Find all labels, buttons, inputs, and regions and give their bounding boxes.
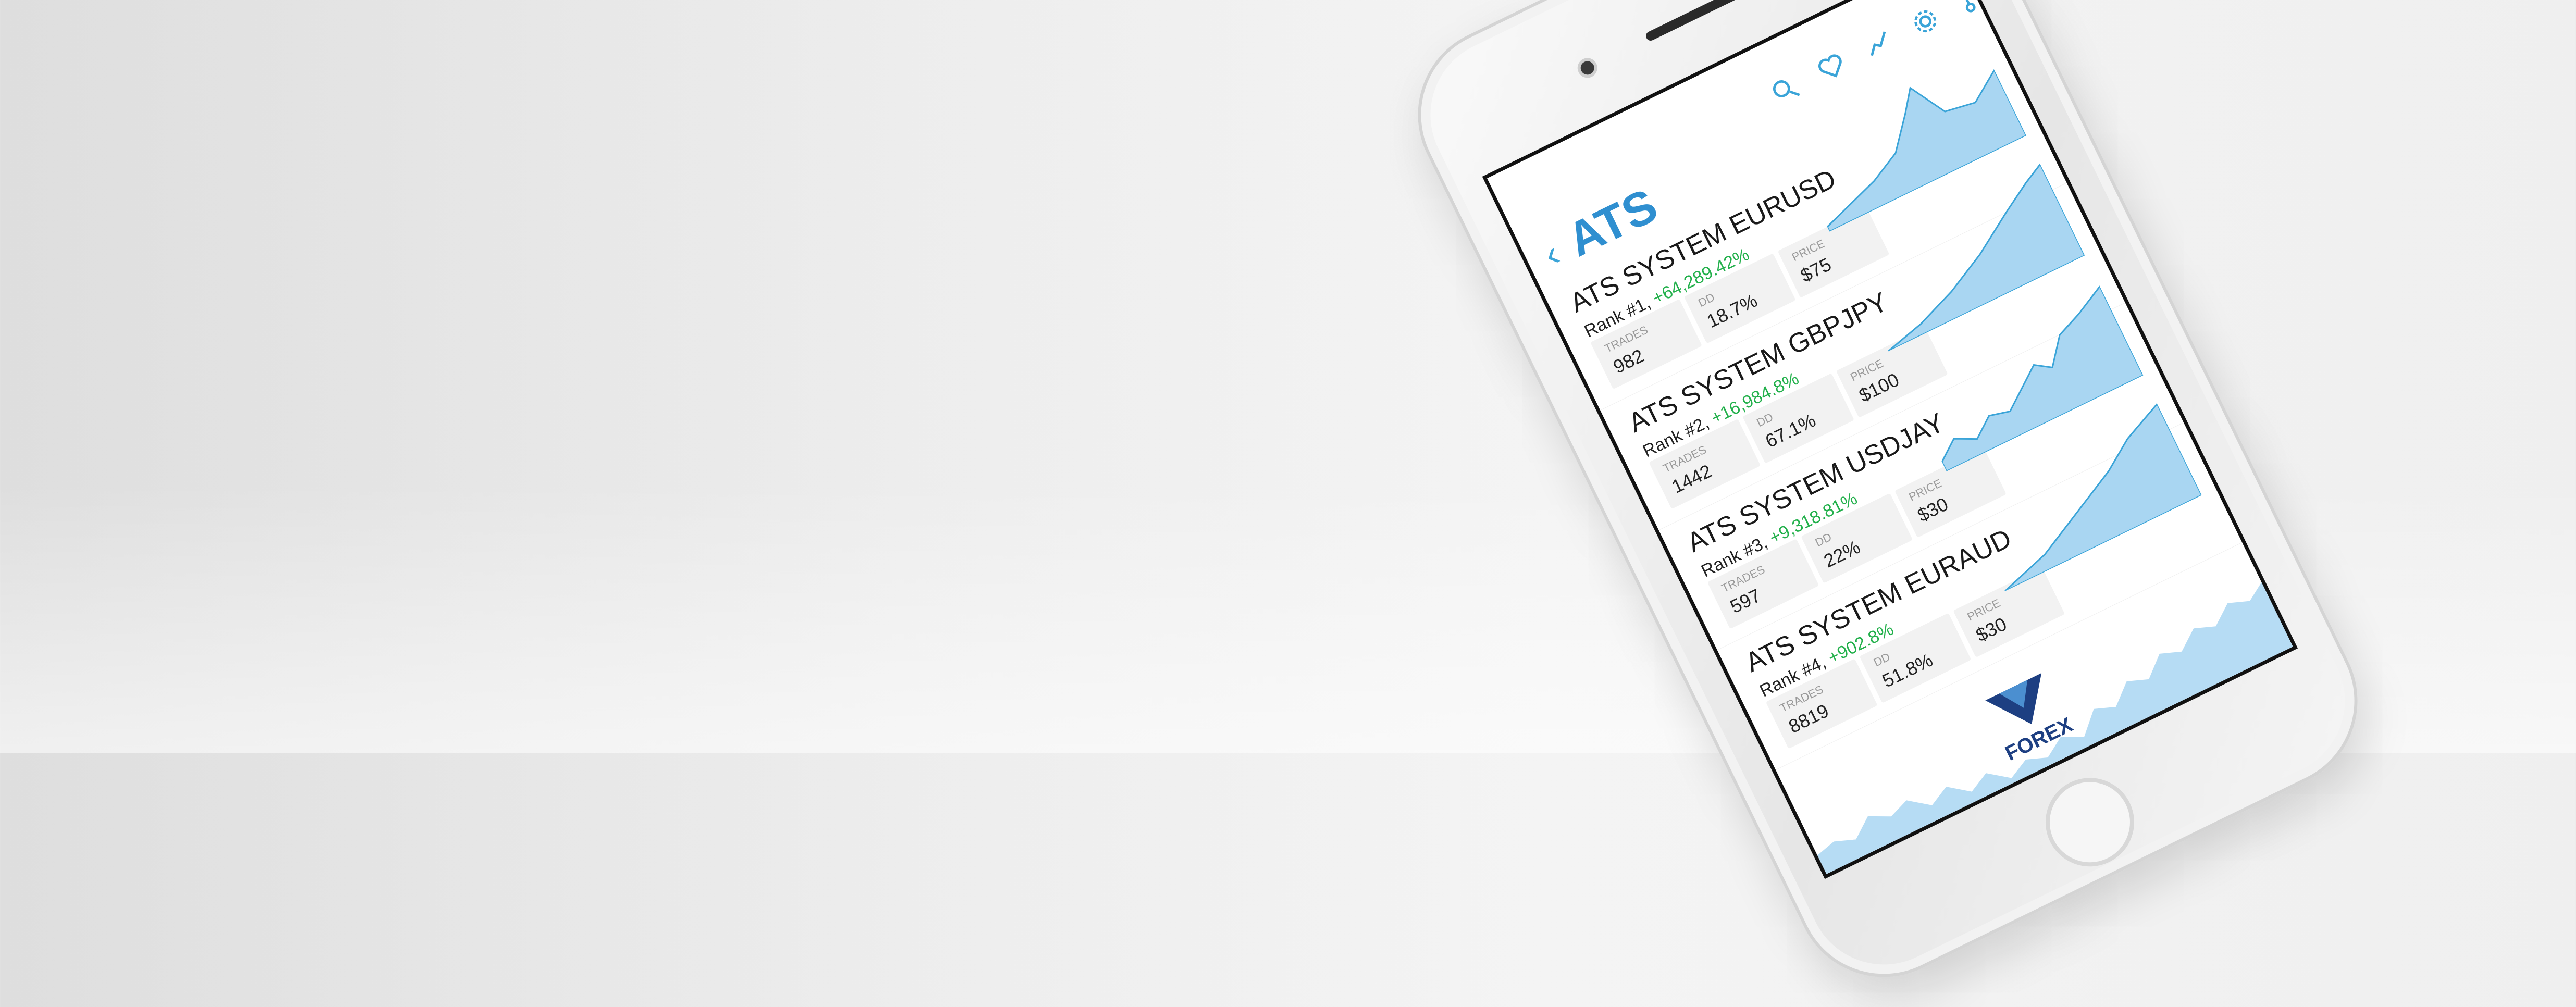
gear-icon[interactable] — [1906, 2, 1945, 41]
back-chevron-icon[interactable]: ‹ — [1537, 233, 1566, 275]
camera-lens-icon — [1578, 58, 1597, 77]
link-icon[interactable] — [1948, 0, 1987, 20]
search-icon[interactable] — [1765, 70, 1804, 109]
home-button[interactable] — [2030, 763, 2149, 881]
heart-icon[interactable] — [1812, 47, 1851, 86]
speaker-grille — [1644, 0, 1747, 42]
trend-icon[interactable] — [1859, 24, 1898, 64]
